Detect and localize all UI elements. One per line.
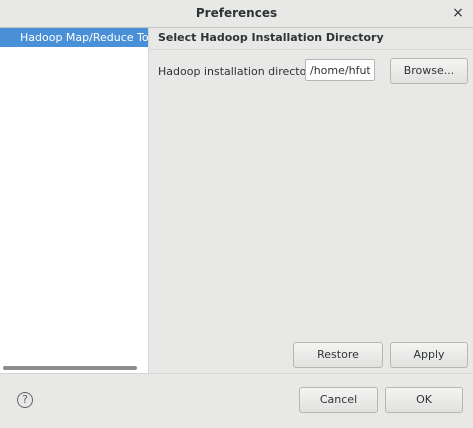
horizontal-scrollbar[interactable] bbox=[3, 366, 137, 370]
cancel-button[interactable]: Cancel bbox=[299, 387, 378, 413]
sidebar-item-hadoop-map-reduce-tools[interactable]: Hadoop Map/Reduce Tools bbox=[0, 28, 148, 47]
ok-button[interactable]: OK bbox=[385, 387, 463, 413]
restore-defaults-button[interactable]: Restore Defaults bbox=[293, 342, 383, 385]
sidebar-item-label: Hadoop Map/Reduce Tools bbox=[20, 31, 148, 44]
preferences-tree: Hadoop Map/Reduce Tools bbox=[0, 28, 149, 373]
apply-button[interactable]: Apply bbox=[390, 342, 468, 368]
hadoop-directory-input[interactable] bbox=[305, 59, 375, 81]
window-title: Preferences bbox=[195, 6, 278, 20]
dialog-footer: ? Cancel OK bbox=[0, 373, 473, 428]
preference-page: Select Hadoop Installation Directory Had… bbox=[149, 28, 473, 385]
title-bar: Preferences × bbox=[0, 0, 473, 28]
page-header: Select Hadoop Installation Directory bbox=[149, 28, 473, 50]
page-title: Select Hadoop Installation Directory bbox=[158, 31, 384, 44]
help-icon[interactable]: ? bbox=[17, 392, 33, 408]
hadoop-directory-label: Hadoop installation directory: bbox=[158, 65, 321, 78]
close-icon[interactable]: × bbox=[449, 4, 467, 22]
browse-button[interactable]: Browse... bbox=[390, 58, 468, 84]
